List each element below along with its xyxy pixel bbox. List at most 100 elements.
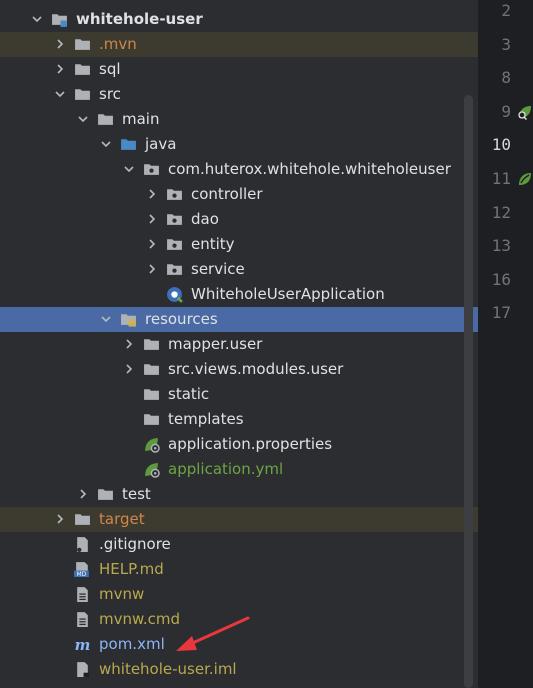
tree-item-label: com.huterox.whitehole.whiteholeuser — [168, 160, 451, 178]
tree-item-label: mvnw.cmd — [99, 610, 181, 628]
markdown-file-icon: MD — [74, 561, 91, 578]
chevron-down-icon[interactable] — [31, 12, 43, 26]
tree-item-label: pom.xml — [99, 635, 165, 653]
tree-item-label: java — [145, 135, 177, 153]
tree-item-service[interactable]: service — [0, 257, 478, 282]
tree-item-label: entity — [191, 235, 235, 253]
chevron-right-icon[interactable] — [146, 212, 158, 226]
tree-item-label: resources — [145, 310, 218, 328]
tree-item-label: src — [99, 85, 121, 103]
line-number[interactable]: 3 — [479, 34, 511, 56]
tree-item-label: test — [122, 485, 151, 503]
chevron-down-icon[interactable] — [100, 137, 112, 151]
project-tree[interactable]: whitehole-user .mvn sql src main java com.hute… — [0, 0, 478, 688]
spring-bean-search-icon[interactable] — [517, 104, 533, 120]
spring-boot-class-icon — [166, 286, 183, 303]
line-number[interactable]: 17 — [479, 302, 511, 324]
tree-item-gitignore[interactable]: .gitignore — [0, 532, 478, 557]
tree-item-label: static — [168, 385, 210, 403]
tree-item-label: controller — [191, 185, 263, 203]
chevron-right-icon[interactable] — [123, 337, 135, 351]
tree-item-com-huterox-whitehole-whiteholeuser[interactable]: com.huterox.whitehole.whiteholeuser — [0, 157, 478, 182]
line-number[interactable]: 12 — [479, 202, 511, 224]
folder-icon — [143, 361, 160, 378]
tree-item-label: HELP.md — [99, 560, 164, 578]
line-number[interactable]: 9 — [479, 101, 511, 123]
chevron-right-icon[interactable] — [54, 62, 66, 76]
tree-item-label: service — [191, 260, 245, 278]
text-file-icon — [74, 586, 91, 603]
package-icon — [166, 211, 183, 228]
line-number[interactable]: 13 — [479, 235, 511, 257]
tree-item-dao[interactable]: dao — [0, 207, 478, 232]
tree-item-pom-xml[interactable]: m pom.xml — [0, 632, 478, 657]
chevron-down-icon[interactable] — [100, 312, 112, 326]
tree-item-main[interactable]: main — [0, 107, 478, 132]
tree-item-label: WhiteholeUserApplication — [191, 285, 385, 303]
folder-icon — [97, 486, 114, 503]
tree-scrollbar[interactable] — [464, 95, 473, 688]
tree-item-label: application.properties — [168, 435, 333, 453]
package-icon — [166, 186, 183, 203]
svg-text:MD: MD — [77, 572, 87, 578]
tree-item-application-properties[interactable]: application.properties — [0, 432, 478, 457]
tree-item-label: templates — [168, 410, 244, 428]
chevron-right-icon[interactable] — [146, 187, 158, 201]
line-number[interactable]: 2 — [479, 0, 511, 22]
tree-item-whitehole-user-iml[interactable]: whitehole-user.iml — [0, 657, 478, 682]
line-number[interactable]: 11 — [479, 168, 511, 190]
iml-file-icon — [74, 661, 91, 678]
tree-item-label: src.views.modules.user — [168, 360, 344, 378]
chevron-down-icon[interactable] — [123, 162, 135, 176]
line-number[interactable]: 8 — [479, 67, 511, 89]
tree-item-application-yml[interactable]: application.yml — [0, 457, 478, 482]
package-icon — [166, 261, 183, 278]
tree-item-whitehole-user[interactable]: whitehole-user — [0, 7, 478, 32]
line-number[interactable]: 10 — [479, 134, 511, 156]
folder-icon — [74, 86, 91, 103]
chevron-right-icon[interactable] — [54, 512, 66, 526]
folder-icon — [143, 336, 160, 353]
package-icon — [143, 161, 160, 178]
tree-item-src-views-modules-user[interactable]: src.views.modules.user — [0, 357, 478, 382]
tree-item-sql[interactable]: sql — [0, 57, 478, 82]
tree-item-label: whitehole-user.iml — [99, 660, 237, 678]
tree-item-label: application.yml — [168, 460, 284, 478]
package-icon — [166, 236, 183, 253]
tree-item-static[interactable]: static — [0, 382, 478, 407]
spring-bean-icon[interactable] — [517, 171, 533, 187]
tree-item-mvnw-cmd[interactable]: mvnw.cmd — [0, 607, 478, 632]
chevron-down-icon[interactable] — [54, 87, 66, 101]
tree-item-label: mvnw — [99, 585, 145, 603]
tree-item-java[interactable]: java — [0, 132, 478, 157]
gitignore-file-icon — [74, 536, 91, 553]
tree-item-mvnw[interactable]: mvnw — [0, 582, 478, 607]
source-folder-icon — [120, 136, 137, 153]
chevron-right-icon[interactable] — [146, 237, 158, 251]
chevron-down-icon[interactable] — [77, 112, 89, 126]
chevron-right-icon[interactable] — [146, 262, 158, 276]
tree-item-resources[interactable]: resources — [0, 307, 478, 332]
tree-item-label: whitehole-user — [76, 10, 203, 28]
module-folder-icon — [51, 11, 68, 28]
tree-item-src[interactable]: src — [0, 82, 478, 107]
chevron-right-icon[interactable] — [123, 362, 135, 376]
tree-item-mvn[interactable]: .mvn — [0, 32, 478, 57]
text-file-icon — [74, 611, 91, 628]
spring-config-icon — [143, 436, 160, 453]
tree-item-entity[interactable]: entity — [0, 232, 478, 257]
tree-item-target[interactable]: target — [0, 507, 478, 532]
tree-item-test[interactable]: test — [0, 482, 478, 507]
folder-icon — [143, 386, 160, 403]
tree-item-whiteholeuserapplication[interactable]: WhiteholeUserApplication — [0, 282, 478, 307]
tree-item-controller[interactable]: controller — [0, 182, 478, 207]
line-number[interactable]: 16 — [479, 269, 511, 291]
folder-icon — [74, 511, 91, 528]
tree-item-templates[interactable]: templates — [0, 407, 478, 432]
tree-item-mapper-user[interactable]: mapper.user — [0, 332, 478, 357]
folder-icon — [74, 61, 91, 78]
tree-item-help-md[interactable]: MD HELP.md — [0, 557, 478, 582]
chevron-right-icon[interactable] — [54, 37, 66, 51]
chevron-right-icon[interactable] — [77, 487, 89, 501]
maven-file-icon: m — [74, 636, 91, 654]
